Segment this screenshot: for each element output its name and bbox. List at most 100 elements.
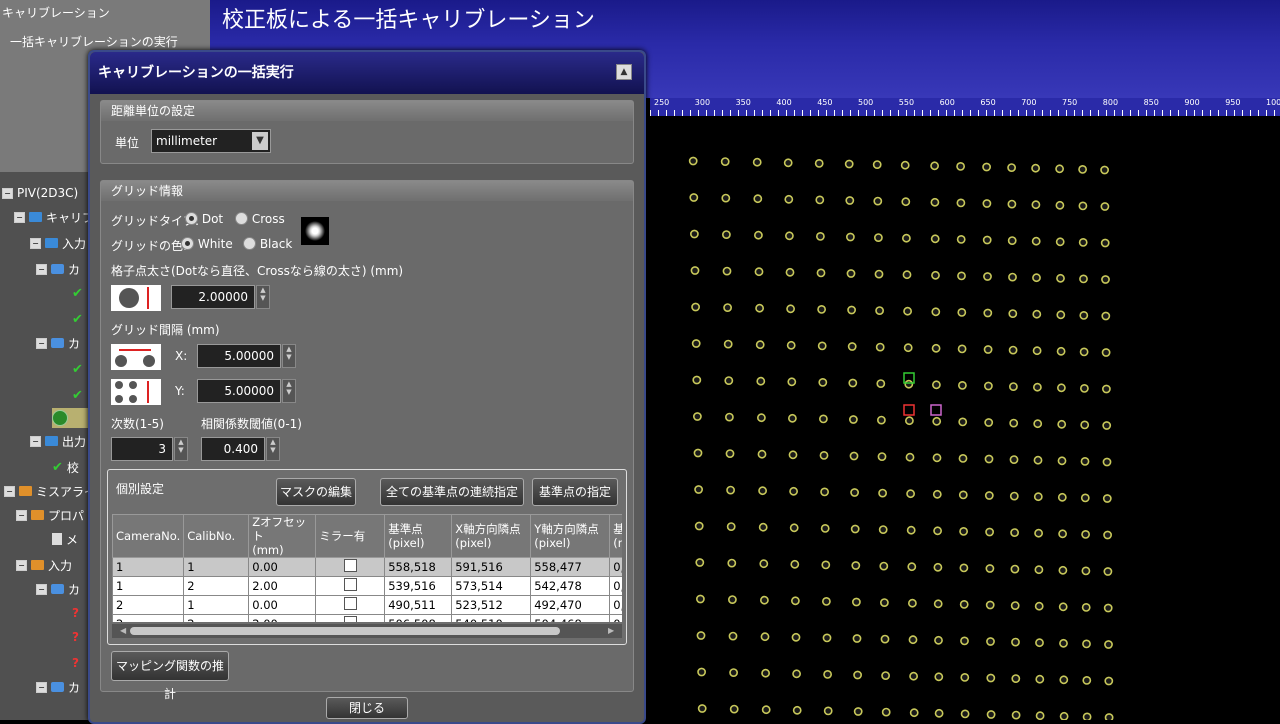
table-cell[interactable]: 558,518 xyxy=(384,557,453,577)
reference-marker[interactable] xyxy=(930,404,942,416)
point-size-spinner[interactable]: ▲ ▼ xyxy=(256,285,270,309)
tree-item[interactable]: ? xyxy=(72,628,83,646)
collapse-icon[interactable]: − xyxy=(36,583,47,595)
table-cell[interactable]: 573,514 xyxy=(451,576,532,596)
tree-item[interactable]: ? xyxy=(72,654,83,672)
tree-item[interactable]: ✔ xyxy=(72,360,87,378)
mirror-checkbox-cell[interactable] xyxy=(315,595,386,615)
table-row[interactable]: 210.00 490,511523,512492,4700,0 xyxy=(112,595,622,615)
minimize-icon[interactable]: ▲ xyxy=(616,64,632,80)
x-spacing-spinner[interactable]: ▲ ▼ xyxy=(282,344,296,368)
tree-item[interactable]: − ミスアライメ xyxy=(4,482,92,500)
collapse-icon[interactable]: − xyxy=(30,237,41,249)
collapse-icon[interactable]: − xyxy=(36,337,47,349)
table-cell[interactable]: 492,470 xyxy=(530,595,611,615)
tree-item[interactable]: − カ xyxy=(36,260,80,278)
tree-item[interactable]: − 入力 xyxy=(30,234,86,252)
table-cell[interactable]: 0,0 xyxy=(609,614,622,622)
grid-type-dot-radio[interactable]: Dot xyxy=(185,212,223,226)
collapse-icon[interactable]: − xyxy=(30,435,41,447)
table-cell[interactable]: 2 xyxy=(183,614,250,622)
mirror-checkbox-cell[interactable] xyxy=(315,576,386,596)
mirror-checkbox[interactable] xyxy=(343,597,357,610)
table-cell[interactable]: 2.00 xyxy=(248,614,317,622)
table-cell[interactable]: 0,0 xyxy=(609,576,622,596)
table-cell[interactable]: 506,508 xyxy=(384,614,453,622)
order-spinner[interactable]: ▲ ▼ xyxy=(174,437,188,461)
point-size-input[interactable]: 2.00000 xyxy=(171,285,255,309)
tree-item[interactable]: ✔ 校 xyxy=(52,458,79,476)
chevron-down-icon[interactable]: ▼ xyxy=(252,132,268,150)
column-header[interactable]: CalibNo. xyxy=(183,514,250,558)
x-spacing-input[interactable]: 5.00000 xyxy=(197,344,281,368)
column-header[interactable]: CameraNo. xyxy=(112,514,185,558)
collapse-icon[interactable]: − xyxy=(16,509,27,521)
horizontal-scrollbar[interactable]: ◀ ▶ xyxy=(112,624,622,638)
mirror-checkbox[interactable] xyxy=(343,559,357,572)
grid-color-black-radio[interactable]: Black xyxy=(243,237,292,251)
mirror-checkbox-cell[interactable] xyxy=(315,557,386,577)
tree-item[interactable]: ✔ xyxy=(72,386,87,404)
reference-marker[interactable] xyxy=(903,404,915,416)
tree-item[interactable]: ✔ xyxy=(72,284,87,302)
corr-threshold-spinner[interactable]: ▲ ▼ xyxy=(266,437,280,461)
column-header[interactable]: 基準点 (pixel) xyxy=(384,514,453,558)
table-cell[interactable]: 558,477 xyxy=(530,557,611,577)
table-cell[interactable]: 1 xyxy=(183,557,250,577)
tree-item[interactable]: ? xyxy=(72,604,83,622)
table-cell[interactable]: 540,510 xyxy=(451,614,532,622)
table-cell[interactable]: 1 xyxy=(183,595,250,615)
tree-item[interactable]: − 出力 xyxy=(30,432,86,450)
y-spacing-spinner[interactable]: ▲ ▼ xyxy=(282,379,296,403)
tree-item[interactable]: − カ xyxy=(36,580,80,598)
tree-item[interactable]: − 入力 xyxy=(16,556,72,574)
tree-item[interactable]: メ xyxy=(52,530,78,548)
order-input[interactable]: 3 xyxy=(111,437,173,461)
calibration-image-view[interactable] xyxy=(650,116,1280,720)
collapse-icon[interactable]: − xyxy=(2,187,13,199)
table-cell[interactable]: 539,516 xyxy=(384,576,453,596)
grid-color-white-radio[interactable]: White xyxy=(181,237,233,251)
table-cell[interactable]: 1 xyxy=(112,557,185,577)
estimate-mapping-button[interactable]: マッピング関数の推計 xyxy=(111,651,229,701)
column-header[interactable]: Zオフセット (mm) xyxy=(248,514,317,558)
table-cell[interactable]: 2 xyxy=(112,614,185,622)
edit-mask-button[interactable]: マスクの編集 xyxy=(276,478,356,506)
y-spacing-input[interactable]: 5.00000 xyxy=(197,379,281,403)
column-header[interactable]: X軸方向隣点 (pixel) xyxy=(451,514,532,558)
collapse-icon[interactable]: − xyxy=(4,485,15,497)
table-cell[interactable]: 1 xyxy=(112,576,185,596)
collapse-icon[interactable]: − xyxy=(36,263,47,275)
mirror-checkbox[interactable] xyxy=(343,616,357,622)
table-cell[interactable]: 2.00 xyxy=(248,576,317,596)
table-cell[interactable]: 0.00 xyxy=(248,557,317,577)
collapse-icon[interactable]: − xyxy=(14,211,25,223)
column-header[interactable]: Y軸方向隣点 (pixel) xyxy=(530,514,611,558)
nav-item-calibration[interactable]: キャリブレーション xyxy=(2,4,110,21)
table-row[interactable]: 110.00558,518591,516558,4770,0 xyxy=(112,557,622,577)
table-cell[interactable]: 2 xyxy=(183,576,250,596)
table-cell[interactable]: 2 xyxy=(112,595,185,615)
table-cell[interactable]: 0,0 xyxy=(609,595,622,615)
tree-item[interactable]: − プロパ xyxy=(16,506,84,524)
tree-item[interactable] xyxy=(52,408,92,428)
grid-type-cross-radio[interactable]: Cross xyxy=(235,212,285,226)
corr-threshold-input[interactable]: 0.400 xyxy=(201,437,265,461)
column-header[interactable]: ミラー有 xyxy=(315,514,386,558)
table-cell[interactable]: 591,516 xyxy=(451,557,532,577)
tree-item[interactable]: ✔ xyxy=(72,310,87,328)
table-row[interactable]: 122.00 539,516573,514542,4780,0 xyxy=(112,576,622,596)
table-cell[interactable]: 0.00 xyxy=(248,595,317,615)
mirror-checkbox[interactable] xyxy=(343,578,357,591)
tree-item[interactable]: − カ xyxy=(36,334,80,352)
mirror-checkbox-cell[interactable] xyxy=(315,614,386,622)
close-button[interactable]: 閉じる xyxy=(326,697,408,719)
tree-item[interactable]: − カ xyxy=(36,678,80,696)
table-cell[interactable]: 490,511 xyxy=(384,595,453,615)
table-cell[interactable]: 504,468 xyxy=(530,614,611,622)
scrollbar-thumb[interactable] xyxy=(130,627,560,635)
unit-select[interactable]: millimeter ▼ xyxy=(151,129,271,153)
all-reference-points-button[interactable]: 全ての基準点の連続指定 xyxy=(380,478,524,506)
scroll-right-icon[interactable]: ▶ xyxy=(608,627,614,635)
set-reference-point-button[interactable]: 基準点の指定 xyxy=(532,478,618,506)
